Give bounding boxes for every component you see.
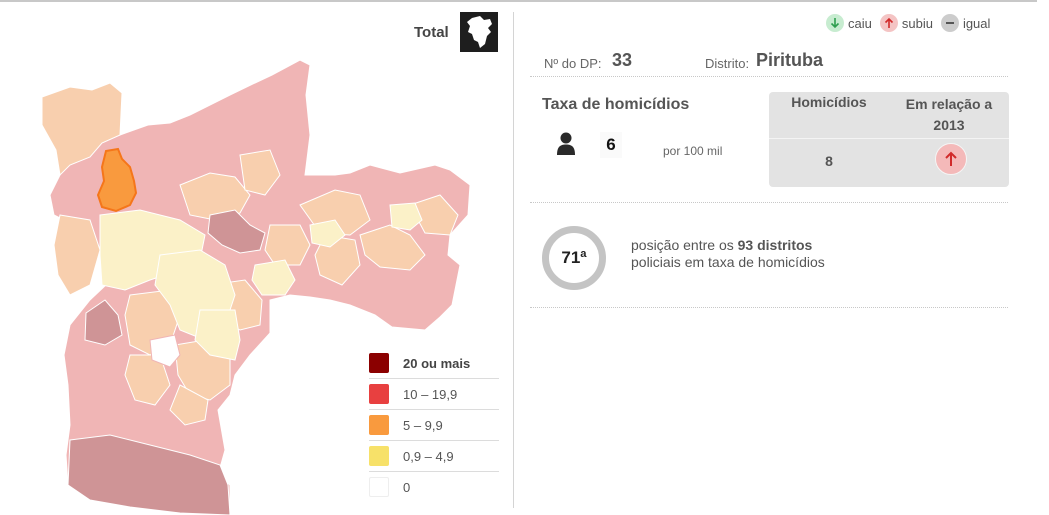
legend-item: 0,9 – 4,9 bbox=[369, 440, 499, 471]
rank-position: 71ª bbox=[561, 248, 587, 267]
dp-label: Nº do DP: bbox=[544, 56, 602, 71]
person-icon bbox=[556, 132, 576, 161]
minus-icon bbox=[940, 14, 959, 32]
district-name: Pirituba bbox=[756, 50, 824, 70]
trend-down-label: caiu bbox=[848, 15, 872, 31]
legend-label: 0 bbox=[403, 479, 411, 495]
legend-item: 10 – 19,9 bbox=[369, 378, 499, 409]
rate-title: Taxa de homicídios bbox=[542, 96, 690, 113]
map-legend: 20 ou mais 10 – 19,9 5 – 9,9 0,9 – 4,9 0 bbox=[369, 348, 499, 502]
trend-up-label: subiu bbox=[901, 15, 933, 31]
legend-item: 0 bbox=[369, 471, 499, 502]
top-rule bbox=[0, 0, 1037, 2]
arrow-up-icon bbox=[879, 14, 898, 32]
homicides-count-header: Homicídios bbox=[791, 94, 867, 110]
rate-value: 6 bbox=[600, 132, 622, 158]
change-arrow-up-icon bbox=[935, 143, 967, 175]
rank-description-line2: policiais em taxa de homicídios bbox=[631, 254, 825, 270]
homicides-count: 8 bbox=[825, 153, 833, 169]
rate-unit: por 100 mil bbox=[663, 144, 723, 158]
arrow-down-icon bbox=[826, 14, 844, 32]
legend-swatch bbox=[369, 384, 389, 404]
trend-legend: caiu subiu igual bbox=[826, 14, 998, 32]
legend-item: 5 – 9,9 bbox=[369, 409, 499, 440]
city-outline-icon[interactable] bbox=[460, 12, 498, 52]
homicides-change-header: Em relação a 2013 bbox=[905, 96, 993, 133]
section-divider bbox=[530, 307, 1008, 309]
legend-label: 5 – 9,9 bbox=[403, 417, 443, 433]
legend-label: 20 ou mais bbox=[403, 355, 471, 371]
rank-text-prefix: posição entre os bbox=[631, 237, 738, 253]
homicides-table: Homicídios Em relação a 2013 8 bbox=[769, 92, 1009, 187]
legend-label: 0,9 – 4,9 bbox=[403, 448, 454, 464]
legend-swatch bbox=[369, 353, 389, 373]
map-title: Total bbox=[414, 24, 449, 41]
legend-item: 20 ou mais bbox=[369, 348, 499, 378]
legend-swatch bbox=[369, 446, 389, 466]
region-center-east bbox=[264, 224, 311, 266]
rank-description-line1: posição entre os 93 distritos bbox=[631, 237, 812, 253]
rank-text-bold: 93 distritos bbox=[737, 237, 813, 253]
district-label: Distrito: bbox=[705, 56, 750, 71]
legend-swatch bbox=[369, 477, 389, 497]
legend-swatch bbox=[369, 415, 389, 435]
trend-equal-label: igual bbox=[962, 15, 991, 31]
dp-number: 33 bbox=[612, 50, 633, 70]
panel-divider bbox=[513, 12, 514, 508]
table-divider bbox=[769, 138, 1009, 139]
legend-label: 10 – 19,9 bbox=[403, 386, 458, 402]
section-divider bbox=[530, 202, 1008, 204]
district-info-row: Nº do DP: 33 Distrito: Pirituba bbox=[530, 46, 1008, 77]
rank-badge: 71ª bbox=[542, 226, 606, 290]
